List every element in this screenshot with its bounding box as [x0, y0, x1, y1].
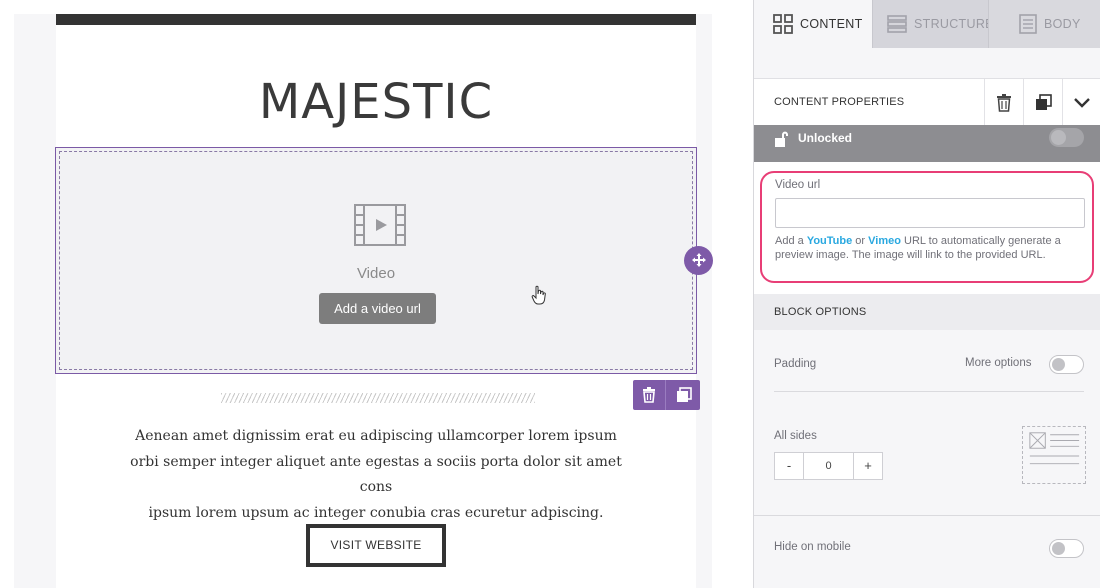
duplicate-icon — [676, 387, 692, 402]
duplicate-content-button[interactable] — [1023, 79, 1062, 126]
padding-stepper: - 0 + — [774, 452, 883, 480]
increment-button[interactable]: + — [853, 453, 882, 479]
hand-cursor-icon — [531, 285, 546, 305]
body-line: orbi semper integer aliquet ante egestas… — [130, 453, 622, 496]
block-actions — [633, 380, 700, 410]
trash-icon — [997, 93, 1011, 112]
body-line: Aenean amet dignissim erat eu adipiscing… — [135, 428, 617, 444]
video-url-label: Video url — [775, 179, 821, 191]
tab-structure[interactable]: STRUCTURE — [872, 0, 993, 48]
help-text: or — [852, 235, 869, 247]
tab-content[interactable]: CONTENT — [754, 0, 872, 48]
film-icon — [354, 204, 406, 246]
document-icon — [1019, 14, 1037, 34]
delete-content-button[interactable] — [984, 79, 1023, 126]
trash-icon — [643, 387, 655, 403]
grid-icon — [773, 14, 793, 34]
padding-preview-icon — [1022, 426, 1086, 484]
hide-on-mobile-toggle[interactable] — [1049, 539, 1084, 558]
content-properties-title: CONTENT PROPERTIES — [774, 96, 905, 108]
toggle-knob — [1051, 130, 1066, 145]
hide-on-mobile-row: Hide on mobile — [754, 515, 1100, 588]
hide-on-mobile-label: Hide on mobile — [774, 541, 851, 553]
collapse-button[interactable] — [1062, 79, 1100, 126]
content-properties-header: CONTENT PROPERTIES — [754, 78, 1100, 126]
more-options-label: More options — [965, 357, 1032, 369]
divider-pattern — [221, 393, 535, 403]
email-canvas: MAJESTIC Video Add a video url Aenean am… — [0, 0, 753, 588]
add-video-url-button[interactable]: Add a video url — [319, 293, 436, 324]
more-options-toggle[interactable] — [1049, 355, 1084, 374]
unlock-icon — [775, 131, 788, 147]
padding-section: Padding More options All sides - 0 + — [754, 330, 1100, 515]
move-handle-icon[interactable] — [684, 246, 713, 275]
video-placeholder: Video Add a video url — [59, 151, 693, 370]
all-sides-label: All sides — [774, 430, 817, 442]
lock-toggle[interactable] — [1049, 128, 1084, 147]
video-block[interactable]: Video Add a video url — [55, 147, 697, 374]
lock-status-label: Unlocked — [798, 131, 853, 145]
decrement-button[interactable]: - — [775, 453, 804, 479]
tab-body[interactable]: BODY — [988, 0, 1100, 48]
separator — [774, 391, 1084, 392]
tab-label: STRUCTURE — [914, 17, 994, 31]
block-options-header: BLOCK OPTIONS — [754, 294, 1100, 330]
lock-row: Unlocked — [754, 125, 1100, 162]
toggle-knob — [1052, 542, 1065, 555]
vimeo-link[interactable]: Vimeo — [868, 235, 901, 247]
tab-label: BODY — [1044, 17, 1081, 31]
panel-tabs: CONTENT STRUCTURE BODY — [754, 0, 1100, 48]
duplicate-block-button[interactable] — [667, 380, 700, 410]
body-line: ipsum lorem upsum ac integer conubia cra… — [148, 504, 604, 521]
visit-website-button[interactable]: VISIT WEBSITE — [306, 524, 446, 567]
email-top-bar — [56, 14, 696, 25]
properties-panel: CONTENT STRUCTURE BODY CONTENT PROPERTIE… — [753, 0, 1100, 588]
app-root: MAJESTIC Video Add a video url Aenean am… — [0, 0, 1100, 588]
chevron-down-icon — [1074, 97, 1090, 108]
body-paragraph[interactable]: Aenean amet dignissim erat eu adipiscing… — [118, 424, 634, 526]
toggle-knob — [1052, 358, 1065, 371]
youtube-link[interactable]: YouTube — [807, 235, 852, 247]
video-url-input[interactable] — [775, 198, 1085, 228]
padding-value[interactable]: 0 — [804, 453, 853, 479]
delete-block-button[interactable] — [633, 380, 666, 410]
block-options-title: BLOCK OPTIONS — [774, 306, 867, 318]
video-label: Video — [356, 265, 396, 282]
brand-title[interactable]: MAJESTIC — [56, 74, 696, 130]
duplicate-icon — [1035, 94, 1052, 110]
video-url-section: Video url Add a YouTube or Vimeo URL to … — [754, 162, 1100, 294]
video-url-help: Add a YouTube or Vimeo URL to automatica… — [775, 234, 1091, 262]
tab-label: CONTENT — [800, 17, 863, 31]
rows-icon — [887, 15, 907, 33]
padding-label: Padding — [774, 358, 817, 370]
help-text: Add a — [775, 235, 807, 247]
